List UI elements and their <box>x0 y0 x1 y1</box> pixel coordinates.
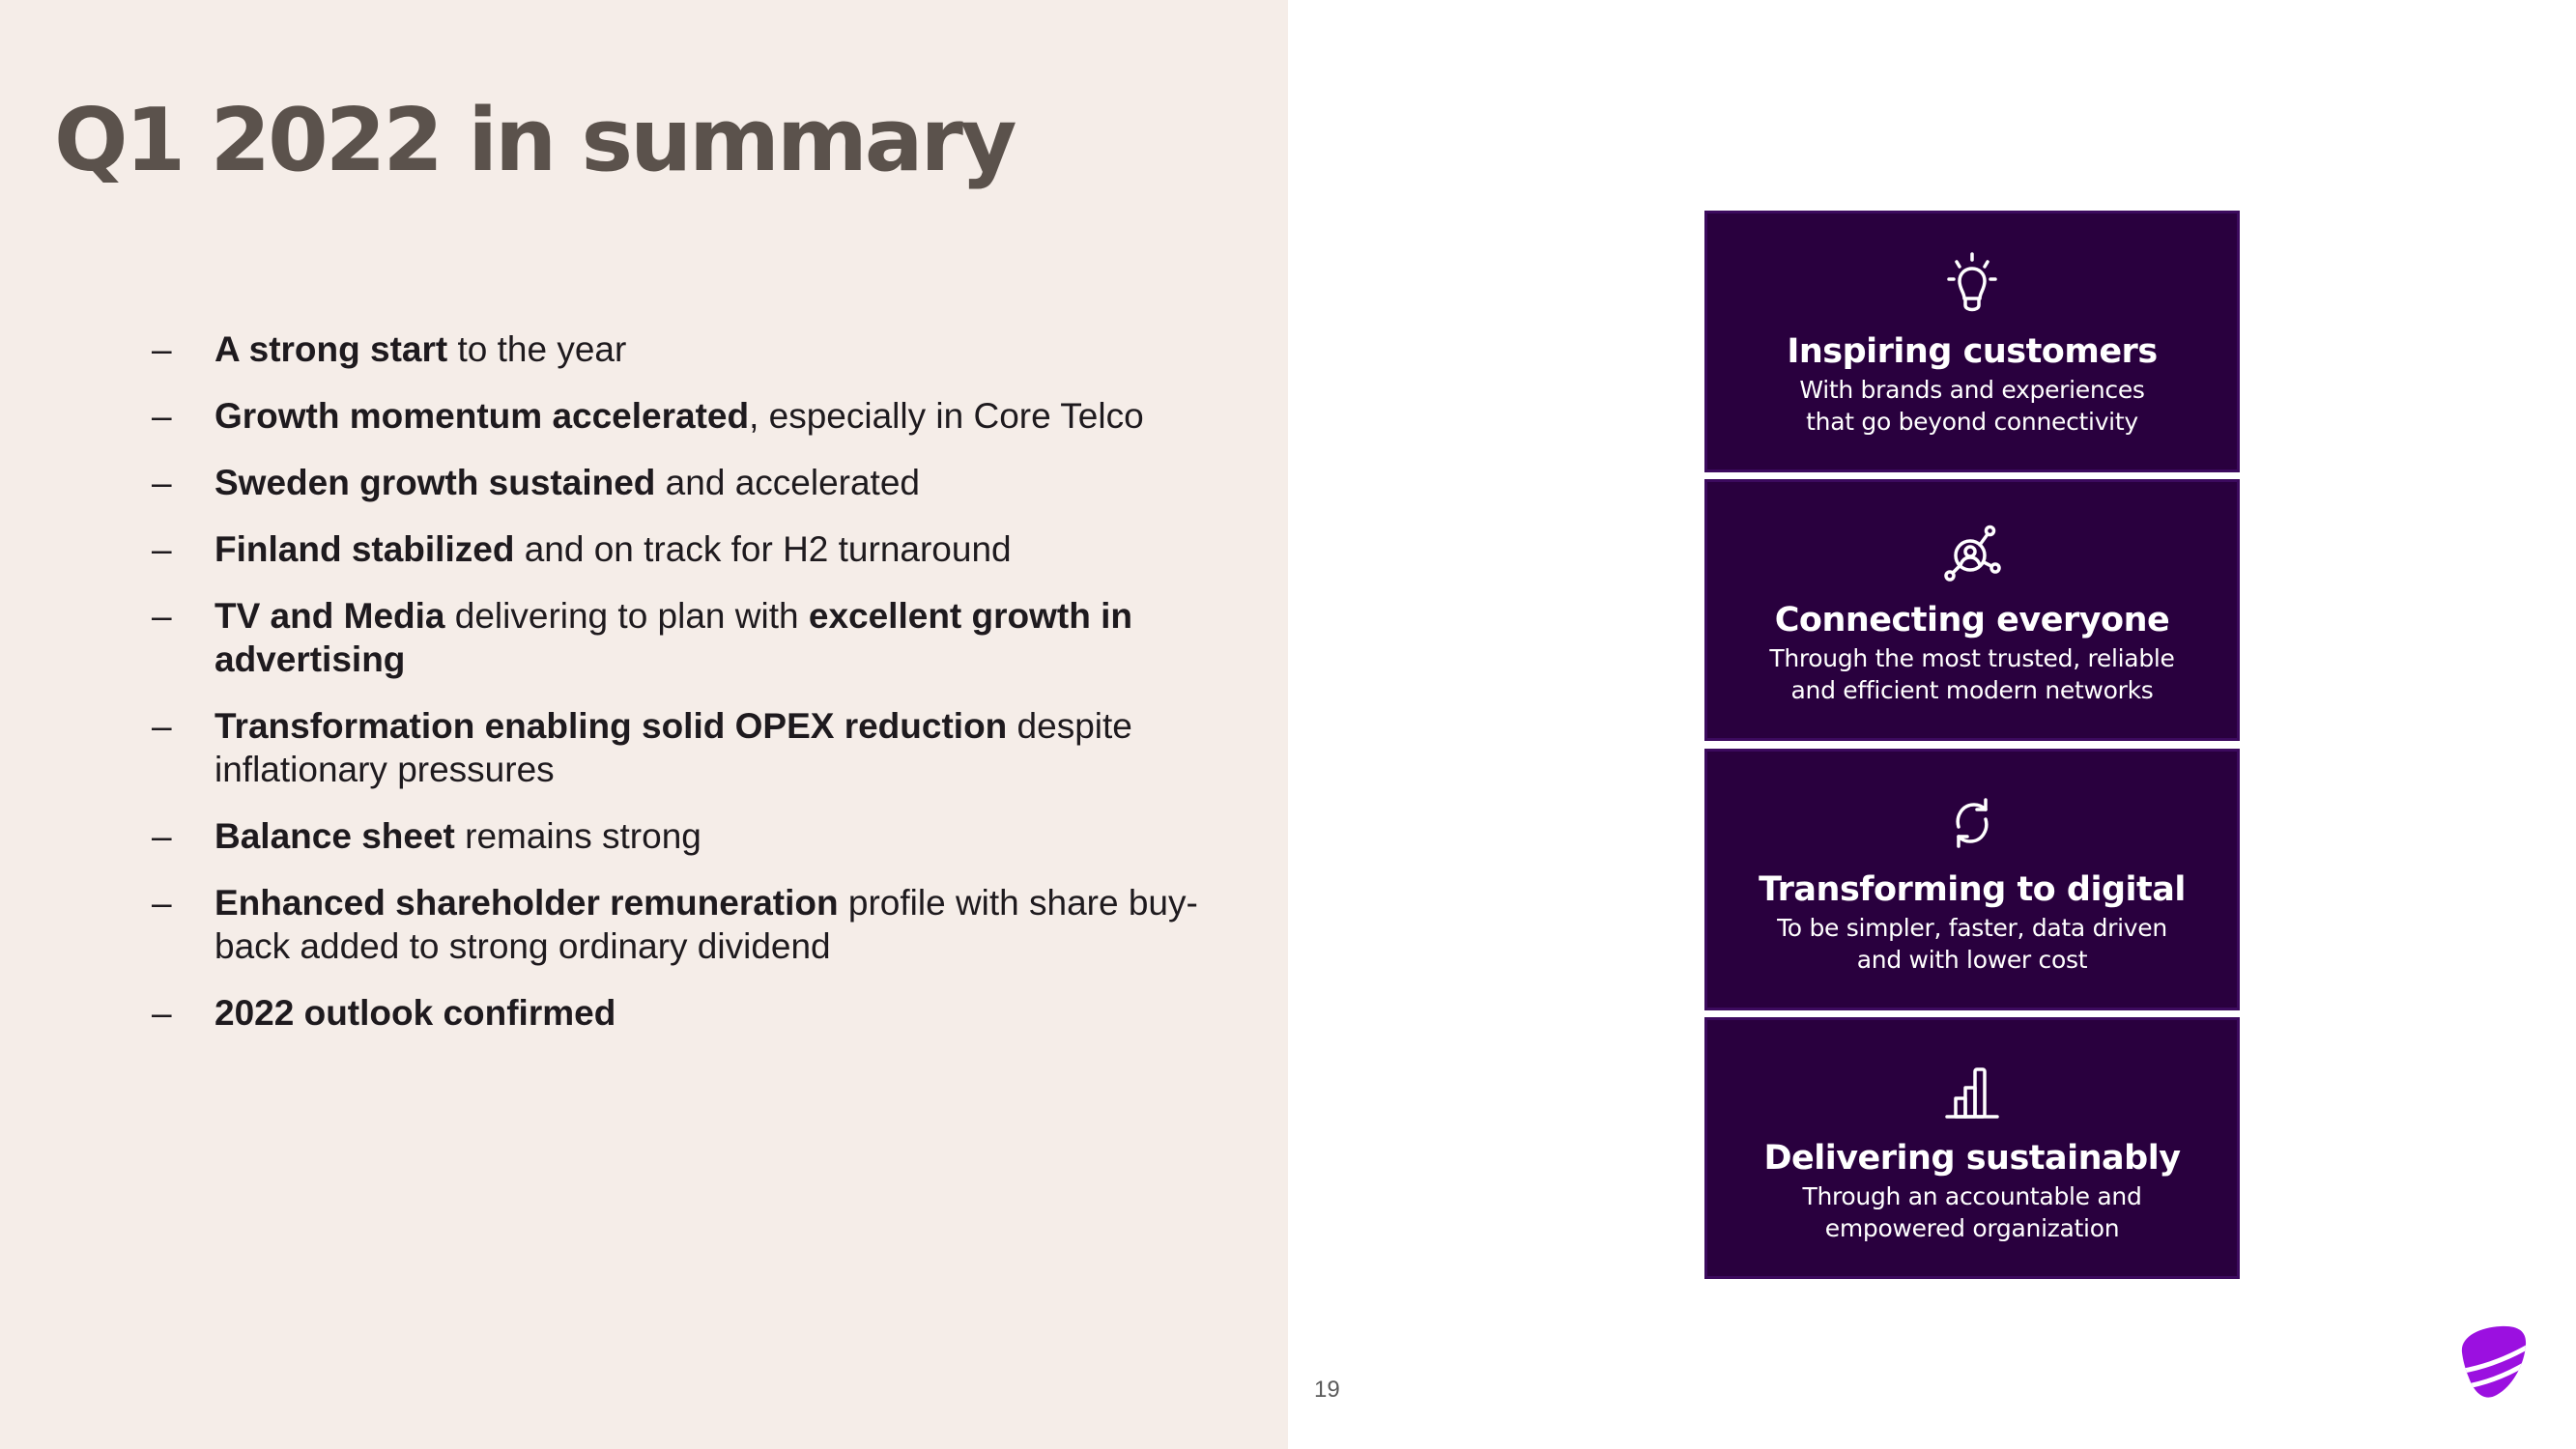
card-description-line: Through the most trusted, reliable <box>1769 644 2175 672</box>
bullet-dash: – <box>152 816 172 856</box>
bullet-item: – Growth momentum accelerated, especiall… <box>152 394 1234 438</box>
bullet-text: , especially in Core Telco <box>749 396 1144 436</box>
bullet-dash: – <box>152 329 172 369</box>
bullet-dash: – <box>152 596 172 636</box>
card-description: Through the most trusted, reliable and e… <box>1707 642 2237 706</box>
card-title: Transforming to digital <box>1759 870 2186 909</box>
bullet-dash: – <box>152 463 172 502</box>
strategy-card-inspiring-customers: Inspiring customers With brands and expe… <box>1704 211 2240 472</box>
card-description-line: and with lower cost <box>1856 946 2088 974</box>
card-description-line: that go beyond connectivity <box>1806 408 2138 436</box>
bullet-text: and accelerated <box>655 463 920 502</box>
bullet-bold-text: Enhanced shareholder remuneration <box>215 883 839 923</box>
strategy-card-delivering-sustainably: Delivering sustainably Through an accoun… <box>1704 1017 2240 1279</box>
bullet-item: – Finland stabilized and on track for H2… <box>152 527 1234 571</box>
card-title: Inspiring customers <box>1787 332 2158 371</box>
card-title: Delivering sustainably <box>1763 1139 2181 1178</box>
card-title: Connecting everyone <box>1774 601 2170 639</box>
bullet-bold-text: A strong start <box>215 329 448 369</box>
left-panel: Q1 2022 in summary – A strong start to t… <box>0 0 1288 1449</box>
bullet-item: – Sweden growth sustained and accelerate… <box>152 461 1234 504</box>
page-number: 19 <box>1314 1377 1340 1403</box>
bullet-text: remains strong <box>454 816 701 856</box>
bullet-item: – Balance sheet remains strong <box>152 814 1234 858</box>
bullet-bold-text: TV and Media <box>215 596 445 636</box>
bullet-bold-text: Finland stabilized <box>215 529 515 569</box>
bullet-item: – A strong start to the year <box>152 327 1234 371</box>
bullet-dash: – <box>152 706 172 746</box>
strategy-card-connecting-everyone: Connecting everyone Through the most tru… <box>1704 479 2240 741</box>
bullet-bold-text: Growth momentum accelerated <box>215 396 750 436</box>
bullet-item: – TV and Media delivering to plan with e… <box>152 594 1234 681</box>
telia-logo-icon <box>2454 1323 2532 1403</box>
summary-bullet-list: – A strong start to the year – Growth mo… <box>152 327 1234 1058</box>
card-description: With brands and experiences that go beyo… <box>1707 374 2237 438</box>
card-description-line: To be simpler, faster, data driven <box>1777 914 2167 942</box>
card-description-line: and efficient modern networks <box>1790 676 2154 704</box>
bullet-bold-text: Transformation enabling solid OPEX reduc… <box>215 706 1008 746</box>
card-description-line: empowered organization <box>1824 1214 2120 1242</box>
bullet-dash: – <box>152 883 172 923</box>
bullet-bold-text: Balance sheet <box>215 816 455 856</box>
bullet-dash: – <box>152 993 172 1033</box>
bullet-bold-text: 2022 outlook confirmed <box>215 993 616 1033</box>
card-description-line: With brands and experiences <box>1799 376 2145 404</box>
bullet-text: and on track for H2 turnaround <box>514 529 1012 569</box>
bullet-item: – 2022 outlook confirmed <box>152 991 1234 1035</box>
refresh-icon <box>1937 788 2007 858</box>
card-description-line: Through an accountable and <box>1802 1182 2142 1210</box>
strategy-card-transforming-to-digital: Transforming to digital To be simpler, f… <box>1704 749 2240 1010</box>
bullet-item: – Enhanced shareholder remuneration prof… <box>152 881 1234 968</box>
bullet-bold-text: Sweden growth sustained <box>215 463 656 502</box>
card-description: To be simpler, faster, data driven and w… <box>1707 912 2237 976</box>
card-description: Through an accountable and empowered org… <box>1707 1180 2237 1244</box>
bullet-text: to the year <box>447 329 627 369</box>
bullet-item: – Transformation enabling solid OPEX red… <box>152 704 1234 791</box>
bar-chart-icon <box>1937 1057 2007 1126</box>
bullet-text: delivering to plan with <box>444 596 809 636</box>
bullet-dash: – <box>152 396 172 436</box>
lightbulb-icon <box>1937 250 2007 320</box>
bullet-dash: – <box>152 529 172 569</box>
slide-title: Q1 2022 in summary <box>54 90 1017 191</box>
network-person-icon <box>1937 519 2007 588</box>
